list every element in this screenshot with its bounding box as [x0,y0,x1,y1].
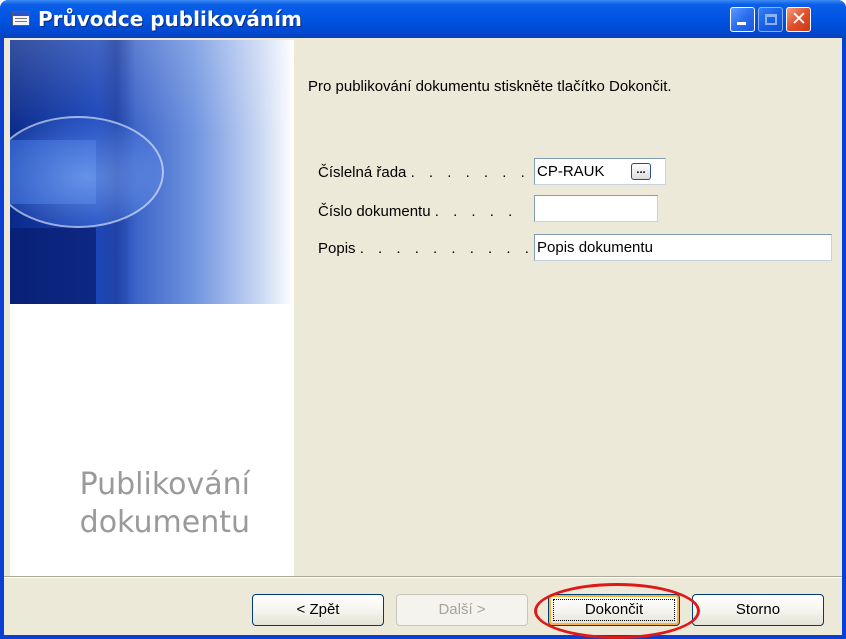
document-number-label: Číslo dokumentu . . . . . [318,203,518,220]
banner-heading: Publikování dokumentu [10,466,250,542]
maximize-icon [765,14,777,25]
banner-heading-line2: dokumentu [79,505,250,540]
description-field[interactable]: Popis dokumentu [534,234,832,261]
instruction-text: Pro publikování dokumentu stiskněte tlač… [308,78,672,95]
close-icon: ✕ [791,8,807,30]
wizard-window: Průvodce publikováním ✕ Publikování doku… [0,0,846,639]
number-series-field[interactable]: CP-RAUK ... [534,158,666,185]
back-button[interactable]: < Zpět [252,594,384,626]
cancel-button[interactable]: Storno [692,594,824,626]
number-series-label: Číslelná řada . . . . . . . [318,164,530,181]
title-bar[interactable]: Průvodce publikováním ✕ [0,0,846,38]
banner-heading-line1: Publikování [79,467,250,502]
button-separator [4,576,842,578]
description-label: Popis . . . . . . . . . . . [318,240,553,257]
finish-button[interactable]: Dokončit [548,594,680,626]
ellipsis-lookup-icon[interactable]: ... [631,163,651,180]
maximize-button [758,7,783,32]
app-window-icon [12,11,30,26]
wizard-content: Pro publikování dokumentu stiskněte tlač… [294,40,836,576]
next-button: Další > [396,594,528,626]
document-number-field[interactable] [534,195,658,222]
minimize-button[interactable] [730,7,755,32]
wizard-client-area: Publikování dokumentu Pro publikování do… [4,38,842,639]
window-title: Průvodce publikováním [38,7,302,31]
minimize-icon [737,22,746,25]
close-button[interactable]: ✕ [786,7,811,32]
wizard-banner: Publikování dokumentu [10,40,294,576]
